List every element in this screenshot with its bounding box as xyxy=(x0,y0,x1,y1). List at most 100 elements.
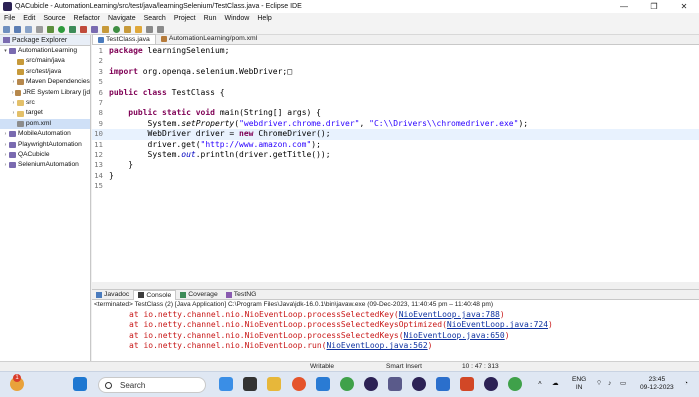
external-tools-icon[interactable] xyxy=(80,25,87,33)
tree-twisty-icon[interactable]: › xyxy=(10,77,17,87)
stacktrace-link[interactable]: NioEventLoop.java:650 xyxy=(404,331,505,340)
tree-item[interactable]: › PlaywrightAutomation xyxy=(0,140,90,150)
firefox-icon[interactable] xyxy=(292,377,306,391)
tree-item[interactable]: › target xyxy=(0,108,90,118)
code-line[interactable]: 10 WebDriver driver = new ChromeDriver()… xyxy=(92,129,699,140)
powerpoint-icon[interactable] xyxy=(460,377,474,391)
tree-twisty-icon[interactable]: › xyxy=(10,98,17,108)
tab-javadoc[interactable]: Javadoc xyxy=(92,290,133,300)
tree-item[interactable]: › JRE System Library [jd xyxy=(0,88,90,98)
menu-run[interactable]: Run xyxy=(200,15,221,22)
tree-item[interactable]: › MobileAutomation xyxy=(0,129,90,139)
editor-tab[interactable]: TestClass.java xyxy=(92,34,156,44)
tree-item[interactable]: › src xyxy=(0,98,90,108)
start-icon[interactable] xyxy=(73,377,87,391)
editor-horizontal-scrollbar[interactable] xyxy=(92,282,699,288)
editor-tab-label: AutomationLearning/pom.xml xyxy=(168,35,258,42)
code-line[interactable]: 13 } xyxy=(92,160,699,170)
chrome-icon[interactable] xyxy=(340,377,354,391)
file-explorer-icon[interactable] xyxy=(267,377,281,391)
minimize-button[interactable]: — xyxy=(609,0,639,13)
menu-window[interactable]: Window xyxy=(220,15,253,22)
close-button[interactable]: ✕ xyxy=(669,0,699,13)
battery-icon[interactable]: ▭ xyxy=(620,380,626,388)
save-icon[interactable] xyxy=(14,25,21,33)
menu-search[interactable]: Search xyxy=(140,15,170,22)
debug-icon[interactable] xyxy=(47,25,54,33)
package-explorer-tab[interactable]: Package Explorer xyxy=(0,35,90,46)
tab-console[interactable]: Console xyxy=(133,289,177,300)
code-line[interactable]: 2 xyxy=(92,56,699,66)
tab-testng[interactable]: TestNG xyxy=(222,290,261,300)
wifi-icon[interactable]: ⌔ xyxy=(596,380,602,388)
tree-twisty-icon[interactable]: › xyxy=(2,160,9,170)
open-type-icon[interactable] xyxy=(124,25,131,33)
tree-item[interactable]: pom.xml xyxy=(0,118,90,130)
back-icon[interactable] xyxy=(146,25,153,33)
code-line[interactable]: 14} xyxy=(92,171,699,181)
run-icon[interactable] xyxy=(58,25,65,33)
code-line[interactable]: 12 System.out.println(driver.getTitle())… xyxy=(92,150,699,160)
forward-icon[interactable] xyxy=(157,25,164,33)
code-area[interactable]: 1 package learningSelenium; 2 3 import org.o… xyxy=(92,46,699,282)
tree-item[interactable]: src/main/java xyxy=(0,56,90,66)
eclipse-taskbar-icon[interactable] xyxy=(364,377,378,391)
menu-edit[interactable]: Edit xyxy=(19,15,39,22)
eclipse-taskbar-icon-3[interactable] xyxy=(484,377,498,391)
code-line[interactable]: 7 xyxy=(92,98,699,108)
menu-source[interactable]: Source xyxy=(39,15,69,22)
tree-item[interactable]: › Maven Dependencies xyxy=(0,77,90,87)
copilot-icon[interactable] xyxy=(219,377,233,391)
code-line[interactable]: 6 public class TestClass { xyxy=(92,88,699,98)
menu-file[interactable]: File xyxy=(0,15,19,22)
new-java-project-icon[interactable] xyxy=(91,25,98,33)
chrome-taskbar-icon-2[interactable] xyxy=(508,377,522,391)
code-line[interactable]: 11 driver.get("http://www.amazon.com"); xyxy=(92,140,699,150)
tree-item[interactable]: › SeleniumAutomation xyxy=(0,160,90,170)
tab-coverage[interactable]: Coverage xyxy=(176,290,221,300)
app-icon[interactable] xyxy=(388,377,402,391)
code-line[interactable]: 3 import org.openqa.selenium.WebDriver;□ xyxy=(92,67,699,77)
code-line[interactable]: 15 xyxy=(92,181,699,191)
menu-project[interactable]: Project xyxy=(170,15,200,22)
new-class-icon[interactable] xyxy=(113,25,120,33)
clock[interactable]: 23:45 09-12-2023 xyxy=(640,376,674,392)
store-icon[interactable] xyxy=(316,377,330,391)
onedrive-icon[interactable]: ☁ xyxy=(552,380,559,388)
build-icon[interactable] xyxy=(36,25,43,33)
maximize-button[interactable]: ❐ xyxy=(639,0,669,13)
coverage-icon[interactable] xyxy=(69,25,76,33)
eclipse-taskbar-icon-2[interactable] xyxy=(412,377,426,391)
tree-twisty-icon[interactable]: ▾ xyxy=(2,46,9,56)
editor-tab[interactable]: AutomationLearning/pom.xml xyxy=(156,34,262,44)
tree-twisty-icon[interactable]: › xyxy=(2,140,9,150)
taskbar-search[interactable]: Search xyxy=(98,377,206,393)
menu-help[interactable]: Help xyxy=(253,15,275,22)
menu-navigate[interactable]: Navigate xyxy=(104,15,140,22)
stacktrace-link[interactable]: NioEventLoop.java:562 xyxy=(326,341,427,350)
code-line[interactable]: 5 xyxy=(92,77,699,87)
code-line[interactable]: 8 public static void main(String[] args)… xyxy=(92,108,699,118)
code-line[interactable]: 1 package learningSelenium; xyxy=(92,46,699,56)
tree-twisty-icon[interactable]: › xyxy=(10,108,17,118)
notifications-icon[interactable]: ◔ xyxy=(684,380,688,388)
language-indicator[interactable]: ENG IN xyxy=(572,376,586,392)
window-title: QACubicle - AutomationLearning/src/test/… xyxy=(15,3,302,10)
tree-twisty-icon[interactable]: › xyxy=(2,129,9,139)
tree-twisty-icon[interactable]: › xyxy=(2,150,9,160)
tree-item[interactable]: ▾ AutomationLearning xyxy=(0,46,90,56)
code-line[interactable]: 9 System.setProperty("webdriver.chrome.d… xyxy=(92,119,699,129)
tree-item[interactable]: › QACubicle xyxy=(0,150,90,160)
volume-icon[interactable]: ♪ xyxy=(608,380,611,388)
new-icon[interactable] xyxy=(3,25,10,33)
search-icon[interactable] xyxy=(135,25,142,33)
tray-chevron-icon[interactable]: ˄ xyxy=(538,380,542,388)
new-package-icon[interactable] xyxy=(102,25,109,33)
word-icon[interactable] xyxy=(436,377,450,391)
task-view-icon[interactable] xyxy=(243,377,257,391)
menu-refactor[interactable]: Refactor xyxy=(70,15,104,22)
stacktrace-link[interactable]: NioEventLoop.java:788 xyxy=(399,310,500,319)
save-all-icon[interactable] xyxy=(25,25,32,33)
stacktrace-link[interactable]: NioEventLoop.java:724 xyxy=(447,320,548,329)
tree-item[interactable]: src/test/java xyxy=(0,67,90,77)
